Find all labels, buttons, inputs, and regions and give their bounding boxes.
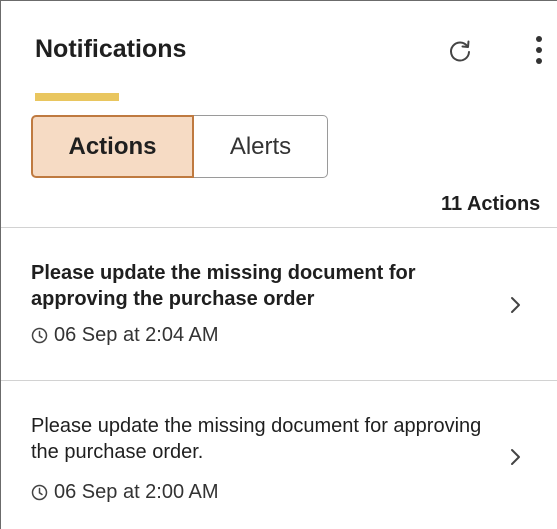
notification-time: 06 Sep at 2:04 AM xyxy=(31,324,219,347)
chevron-right-icon xyxy=(511,297,520,313)
notification-item[interactable]: Please update the missing document for a… xyxy=(1,228,557,380)
tab-switcher: Actions Alerts xyxy=(31,115,328,178)
clock-icon xyxy=(31,484,48,501)
panel-title: Notifications xyxy=(35,35,187,63)
more-vertical-icon xyxy=(536,36,542,64)
tab-actions[interactable]: Actions xyxy=(31,115,194,178)
notification-time-label: 06 Sep at 2:04 AM xyxy=(54,324,219,346)
clock-icon xyxy=(31,327,48,344)
notification-text: Please update the missing document for a… xyxy=(31,415,482,463)
refresh-button[interactable] xyxy=(443,34,477,68)
notification-item[interactable]: Please update the missing document for a… xyxy=(1,381,557,529)
title-accent-bar xyxy=(35,93,119,101)
notification-time-label: 06 Sep at 2:00 AM xyxy=(54,481,219,503)
actions-count: 11 Actions xyxy=(441,193,541,215)
notifications-panel: Notifications Actions Alerts 11 Actions … xyxy=(0,0,557,529)
more-options-button[interactable] xyxy=(524,32,554,68)
tab-alerts[interactable]: Alerts xyxy=(194,115,328,178)
chevron-right-icon xyxy=(511,449,520,465)
notification-text: Please update the missing document for a… xyxy=(31,262,416,310)
notification-time: 06 Sep at 2:00 AM xyxy=(31,481,219,504)
refresh-icon xyxy=(450,40,470,62)
